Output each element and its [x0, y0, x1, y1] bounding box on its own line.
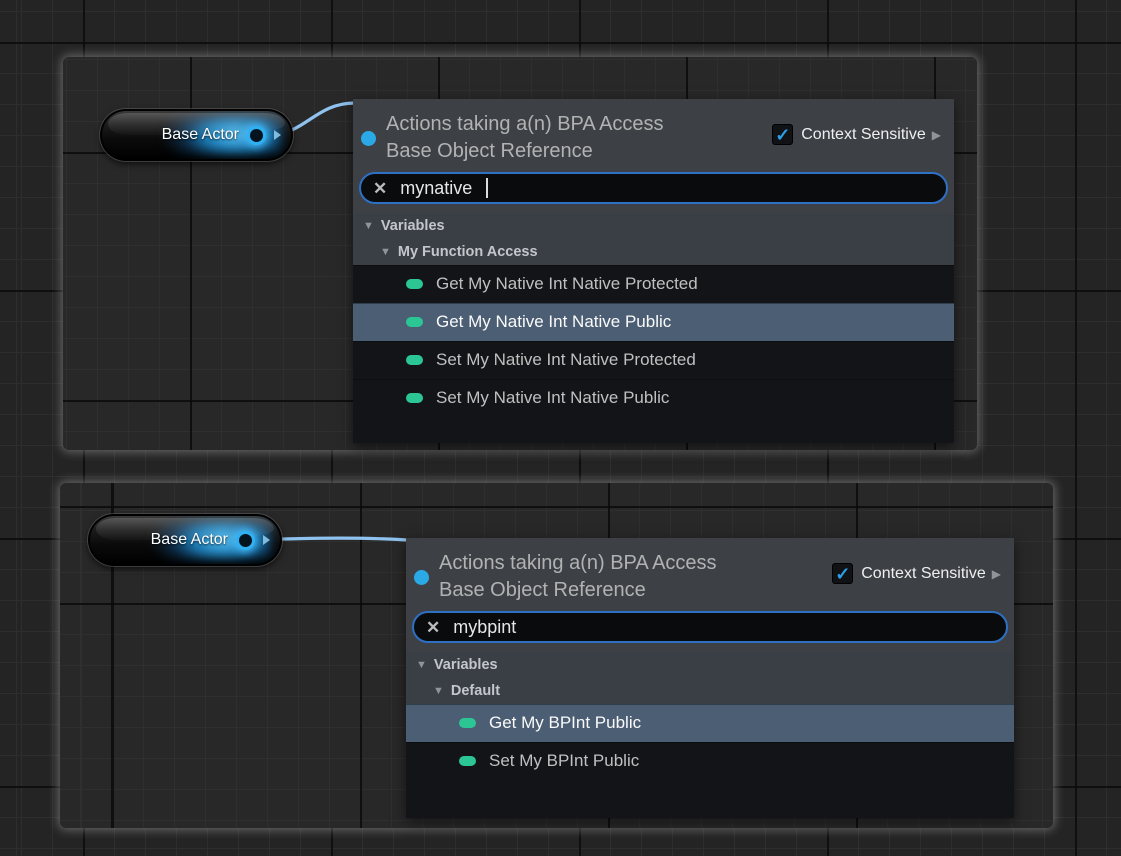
context-sensitive-toggle[interactable]: ✓ Context Sensitive: [832, 563, 986, 584]
menu-title: Actions taking a(n) BPA Access Base Obje…: [386, 111, 664, 165]
list-item[interactable]: Get My Native Int Native Protected: [353, 265, 954, 303]
check-icon: ✓: [835, 565, 850, 583]
variable-pill-icon: [459, 718, 476, 728]
collapse-triangle-icon[interactable]: ▼: [363, 220, 374, 232]
list-item-selected[interactable]: Get My Native Int Native Public: [353, 303, 954, 341]
collapse-triangle-icon[interactable]: ▼: [433, 685, 444, 697]
list-item-label: Get My Native Int Native Protected: [436, 274, 698, 294]
clear-search-icon[interactable]: ✕: [426, 619, 440, 636]
blueprint-graph-canvas: { "icons": { "clear": "✕", "check": "✓",…: [0, 0, 1121, 856]
graph-panel-bottom: Base Actor Actions taking a(n) BPA Acces…: [60, 483, 1053, 828]
variable-pill-icon: [406, 279, 423, 289]
search-value: mynative: [400, 178, 472, 199]
node-title: Base Actor: [162, 126, 239, 144]
pin-arrow-icon: [263, 535, 270, 545]
section-label: Variables: [434, 657, 498, 673]
output-pin[interactable]: [236, 531, 255, 550]
menu-title: Actions taking a(n) BPA Access Base Obje…: [439, 550, 717, 604]
list-item-label: Set My Native Int Native Protected: [436, 350, 696, 370]
context-sensitive-label: Context Sensitive: [801, 126, 926, 144]
menu-header: Actions taking a(n) BPA Access Base Obje…: [353, 99, 954, 213]
action-list: Get My Native Int Native Protected Get M…: [353, 265, 954, 443]
list-item-label: Get My BPInt Public: [489, 713, 641, 733]
section-label: My Function Access: [398, 244, 538, 260]
graph-panel-top: Base Actor Actions taking a(n) BPA Acces…: [63, 57, 977, 450]
list-item[interactable]: Set My Native Int Native Protected: [353, 341, 954, 379]
list-item[interactable]: Set My Native Int Native Public: [353, 379, 954, 417]
list-item-label: Set My BPInt Public: [489, 751, 639, 771]
base-actor-node[interactable]: Base Actor: [100, 109, 293, 161]
check-icon: ✓: [775, 126, 790, 144]
section-variables[interactable]: ▼ Variables: [406, 652, 1014, 678]
pin-type-dot-icon: [361, 131, 376, 146]
context-action-menu: Actions taking a(n) BPA Access Base Obje…: [406, 538, 1014, 818]
section-my-function-access[interactable]: ▼ My Function Access: [353, 239, 954, 265]
context-sensitive-toggle[interactable]: ✓ Context Sensitive: [772, 124, 926, 145]
base-actor-node[interactable]: Base Actor: [88, 514, 282, 566]
variable-pill-icon: [459, 756, 476, 766]
list-item[interactable]: Set My BPInt Public: [406, 742, 1014, 780]
variable-pill-icon: [406, 317, 423, 327]
collapse-triangle-icon[interactable]: ▼: [416, 659, 427, 671]
list-item-label: Get My Native Int Native Public: [436, 312, 671, 332]
menu-header: Actions taking a(n) BPA Access Base Obje…: [406, 538, 1014, 652]
pin-type-dot-icon: [414, 570, 429, 585]
output-pin[interactable]: [247, 126, 266, 145]
pin-arrow-icon: [274, 130, 281, 140]
checkbox-checked-icon[interactable]: ✓: [772, 124, 793, 145]
list-item-selected[interactable]: Get My BPInt Public: [406, 704, 1014, 742]
clear-search-icon[interactable]: ✕: [373, 180, 387, 197]
section-default[interactable]: ▼ Default: [406, 678, 1014, 704]
context-action-menu: Actions taking a(n) BPA Access Base Obje…: [353, 99, 954, 443]
search-value: mybpint: [453, 617, 516, 638]
submenu-chevron-icon[interactable]: ▶: [992, 567, 1001, 581]
collapse-triangle-icon[interactable]: ▼: [380, 246, 391, 258]
search-input[interactable]: ✕ mybpint: [412, 611, 1008, 643]
section-variables[interactable]: ▼ Variables: [353, 213, 954, 239]
checkbox-checked-icon[interactable]: ✓: [832, 563, 853, 584]
submenu-chevron-icon[interactable]: ▶: [932, 128, 941, 142]
action-list: Get My BPInt Public Set My BPInt Public: [406, 704, 1014, 818]
section-label: Variables: [381, 218, 445, 234]
text-caret: [486, 178, 488, 198]
list-item-label: Set My Native Int Native Public: [436, 388, 669, 408]
context-sensitive-label: Context Sensitive: [861, 565, 986, 583]
search-input[interactable]: ✕ mynative: [359, 172, 948, 204]
variable-pill-icon: [406, 393, 423, 403]
node-title: Base Actor: [151, 531, 228, 549]
section-label: Default: [451, 683, 500, 699]
variable-pill-icon: [406, 355, 423, 365]
